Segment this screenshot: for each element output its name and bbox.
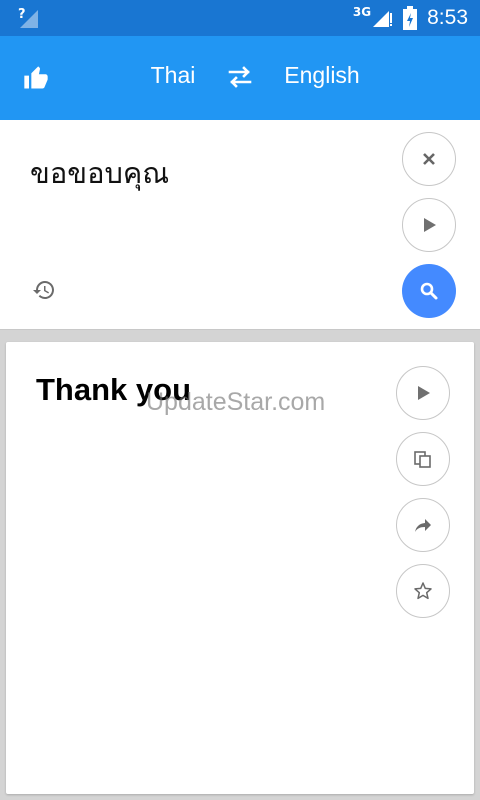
source-text-input[interactable]: ขอขอบคุณ (30, 150, 169, 196)
clock: 8:53 (427, 6, 468, 29)
input-panel: ขอขอบคุณ (0, 120, 480, 330)
translate-search-button[interactable] (402, 264, 456, 318)
cell-signal-icon (373, 11, 393, 27)
source-language-button[interactable]: Thai (138, 62, 208, 89)
play-source-button[interactable] (402, 198, 456, 252)
play-translation-button[interactable] (396, 366, 450, 420)
svg-text:?: ? (18, 7, 26, 22)
close-icon (423, 153, 435, 165)
clear-button[interactable] (402, 132, 456, 186)
signal-unknown-icon: ? (18, 7, 38, 28)
copy-button[interactable] (396, 432, 450, 486)
network-type-label: 3G (352, 5, 372, 19)
star-icon (414, 582, 432, 600)
status-bar: ? 3G 8:53 (0, 0, 480, 36)
target-language-button[interactable]: English (272, 62, 372, 89)
favorite-button[interactable] (396, 564, 450, 618)
toolbar: Thai English (0, 36, 480, 120)
like-icon[interactable] (22, 64, 50, 92)
search-icon (420, 282, 438, 300)
play-icon (418, 386, 430, 400)
share-icon (415, 519, 431, 532)
history-icon[interactable] (32, 278, 56, 302)
translation-output-card: Thank you UpdateStar.com (6, 342, 474, 794)
copy-icon (414, 451, 431, 468)
play-icon (424, 218, 436, 232)
battery-charging-icon (403, 6, 418, 30)
share-button[interactable] (396, 498, 450, 552)
watermark: UpdateStar.com (146, 388, 326, 416)
swap-icon[interactable] (224, 62, 256, 92)
